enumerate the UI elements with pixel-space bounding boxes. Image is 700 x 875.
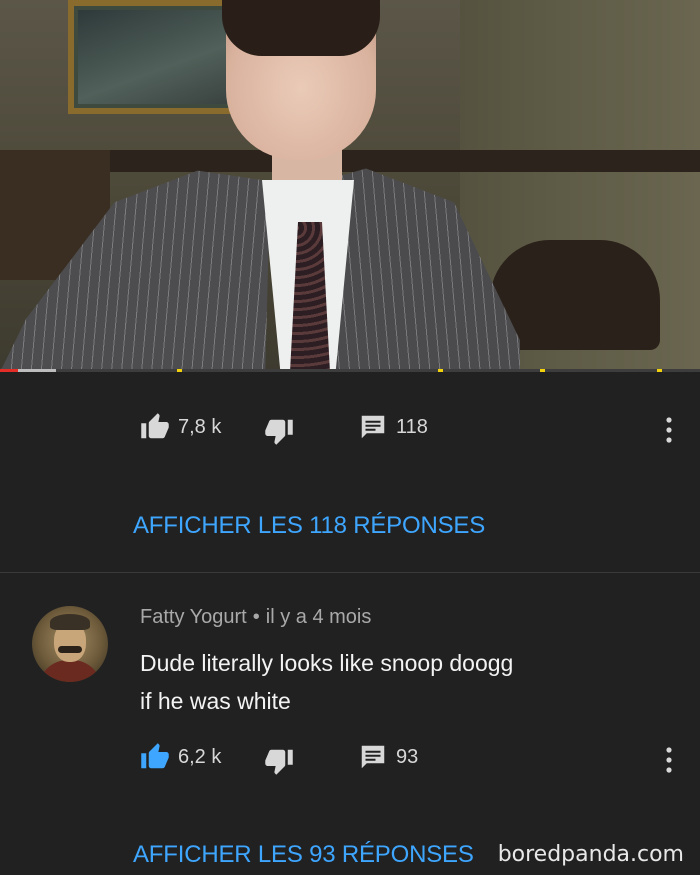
hair: [222, 0, 380, 56]
dislike-button[interactable]: [264, 416, 294, 446]
more-options-button[interactable]: [664, 746, 674, 774]
comment-line: if he was white: [140, 688, 291, 714]
watermark: boredpanda.com: [497, 842, 684, 867]
divider: [0, 572, 700, 573]
reply-button[interactable]: 118: [358, 412, 428, 442]
like-count: 7,8 k: [178, 415, 222, 438]
comment-meta: Fatty Yogurt • il y a 4 mois: [140, 606, 371, 629]
like-count: 6,2 k: [178, 745, 222, 768]
chapter-marker: [177, 369, 182, 372]
reply-count: 93: [396, 745, 419, 768]
like-button[interactable]: 7,8 k: [140, 412, 221, 442]
chapter-marker: [540, 369, 545, 372]
dislike-button[interactable]: [264, 746, 294, 776]
chapter-marker: [438, 369, 443, 372]
wall-painting: [68, 0, 240, 114]
comment-icon: [358, 412, 388, 442]
thumbs-up-icon: [140, 742, 170, 772]
progress-played: [0, 369, 18, 372]
more-options-button[interactable]: [664, 416, 674, 444]
view-replies-link[interactable]: AFFICHER LES 118 RÉPONSES: [133, 512, 485, 540]
comment-time[interactable]: il y a 4 mois: [266, 606, 372, 628]
like-button[interactable]: 6,2 k: [140, 742, 221, 772]
video-player[interactable]: [0, 0, 700, 372]
thread-action-bar: 7,8 k 118: [140, 412, 680, 452]
more-vertical-icon: [666, 417, 672, 443]
comment-action-bar: 6,2 k 93: [140, 742, 680, 782]
avatar[interactable]: [32, 606, 108, 682]
more-vertical-icon: [666, 747, 672, 773]
comment-icon: [358, 742, 388, 772]
thumbs-down-icon: [264, 746, 294, 776]
reply-button[interactable]: 93: [358, 742, 418, 772]
comment-author[interactable]: Fatty Yogurt: [140, 606, 247, 628]
meta-separator: •: [252, 606, 260, 628]
video-progress-bar[interactable]: [0, 369, 700, 372]
comment-text: Dude literally looks like snoop doogg if…: [140, 644, 620, 720]
comment-line: Dude literally looks like snoop doogg: [140, 650, 514, 676]
chapter-marker: [657, 369, 662, 372]
view-replies-link[interactable]: AFFICHER LES 93 RÉPONSES: [133, 841, 474, 869]
thumbs-up-icon: [140, 412, 170, 442]
thumbs-down-icon: [264, 416, 294, 446]
reply-count: 118: [396, 415, 428, 438]
progress-buffered: [17, 369, 56, 372]
